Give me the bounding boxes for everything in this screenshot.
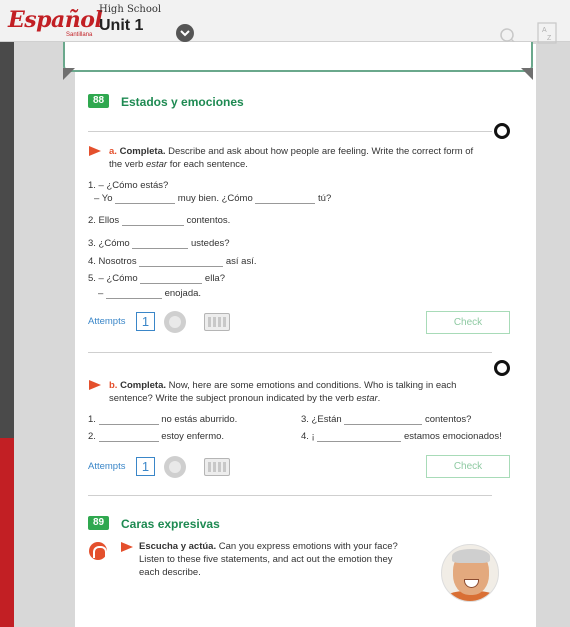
activity-a-item: – Yo muy bien. ¿Cómo tú? [94, 193, 332, 204]
activity-arrow-icon [89, 380, 101, 390]
activity-b-item: 1. no estás aburrido. [88, 414, 238, 425]
logo-sub: Santillana [66, 32, 93, 38]
answer-blank[interactable] [139, 258, 224, 267]
check-button[interactable]: Check [426, 455, 510, 478]
check-button[interactable]: Check [426, 311, 510, 334]
activity-b-item: 3. ¿Están contentos? [301, 414, 472, 425]
progress-ring-icon [494, 360, 510, 376]
answer-blank[interactable] [98, 416, 159, 425]
svg-text:Z: Z [547, 35, 552, 42]
activity-a-item: 4. Nosotros así así. [88, 256, 257, 267]
activity-arrow-icon [89, 146, 101, 156]
keyboard-icon[interactable] [204, 458, 230, 476]
corner-right [521, 68, 533, 80]
activity-a-instruction: a. Completa. Describe and ask about how … [109, 146, 474, 170]
section-number-badge: 89 [88, 516, 110, 530]
answer-blank[interactable] [317, 433, 402, 442]
attempts-count: 1 [136, 312, 155, 331]
answer-blank[interactable] [255, 195, 316, 204]
reset-icon[interactable] [164, 456, 186, 478]
az-icon[interactable]: A Z [537, 22, 557, 44]
section-title: Caras expresivas [121, 517, 220, 531]
attempts-label: Attempts [88, 316, 126, 327]
grade-label: High School [99, 4, 162, 15]
keyboard-icon[interactable] [204, 313, 230, 331]
activity-b-item: 4. ¡ estamos emocionados! [301, 431, 502, 442]
reset-icon[interactable] [164, 311, 186, 333]
answer-blank[interactable] [132, 240, 189, 249]
answer-blank[interactable] [105, 290, 162, 299]
progress-ring-icon [494, 123, 510, 139]
activity-a-item: 2. Ellos contentos. [88, 215, 231, 226]
svg-text:A: A [542, 27, 547, 34]
attempts-count: 1 [136, 457, 155, 476]
app-header: Español Santillana High School Unit 1 A … [0, 0, 570, 46]
answer-blank[interactable] [140, 275, 203, 284]
activity-b-instruction: b. Completa. Now, here are some emotions… [109, 380, 457, 404]
activity-a-item: 3. ¿Cómo ustedes? [88, 238, 230, 249]
answer-blank[interactable] [98, 433, 159, 442]
answer-blank[interactable] [121, 217, 184, 226]
attempts-label: Attempts [88, 461, 126, 472]
headphones-icon[interactable] [89, 542, 107, 560]
corner-left [63, 68, 75, 80]
expressive-face-image [441, 544, 499, 602]
section-89-instruction: Escucha y actúa. Can you express emotion… [139, 541, 398, 578]
logo: Español [8, 7, 103, 33]
section-number-badge: 88 [88, 94, 110, 108]
divider [88, 352, 492, 353]
left-red-panel [0, 438, 14, 627]
chevron-down-icon[interactable] [176, 24, 194, 42]
activity-a-item: 1. – ¿Cómo estás? [88, 180, 169, 191]
activity-a-item: 5. – ¿Cómo ella? [88, 273, 225, 284]
answer-blank[interactable] [115, 195, 176, 204]
page-tab [63, 42, 533, 72]
divider [88, 131, 492, 132]
answer-blank[interactable] [344, 416, 423, 425]
activity-b-item: 2. estoy enfermo. [88, 431, 225, 442]
activity-arrow-icon [121, 542, 133, 552]
activity-a-item: – enojada. [98, 288, 202, 299]
unit-title: Unit 1 [99, 17, 144, 34]
section-title: Estados y emociones [121, 95, 244, 109]
divider [88, 495, 492, 496]
